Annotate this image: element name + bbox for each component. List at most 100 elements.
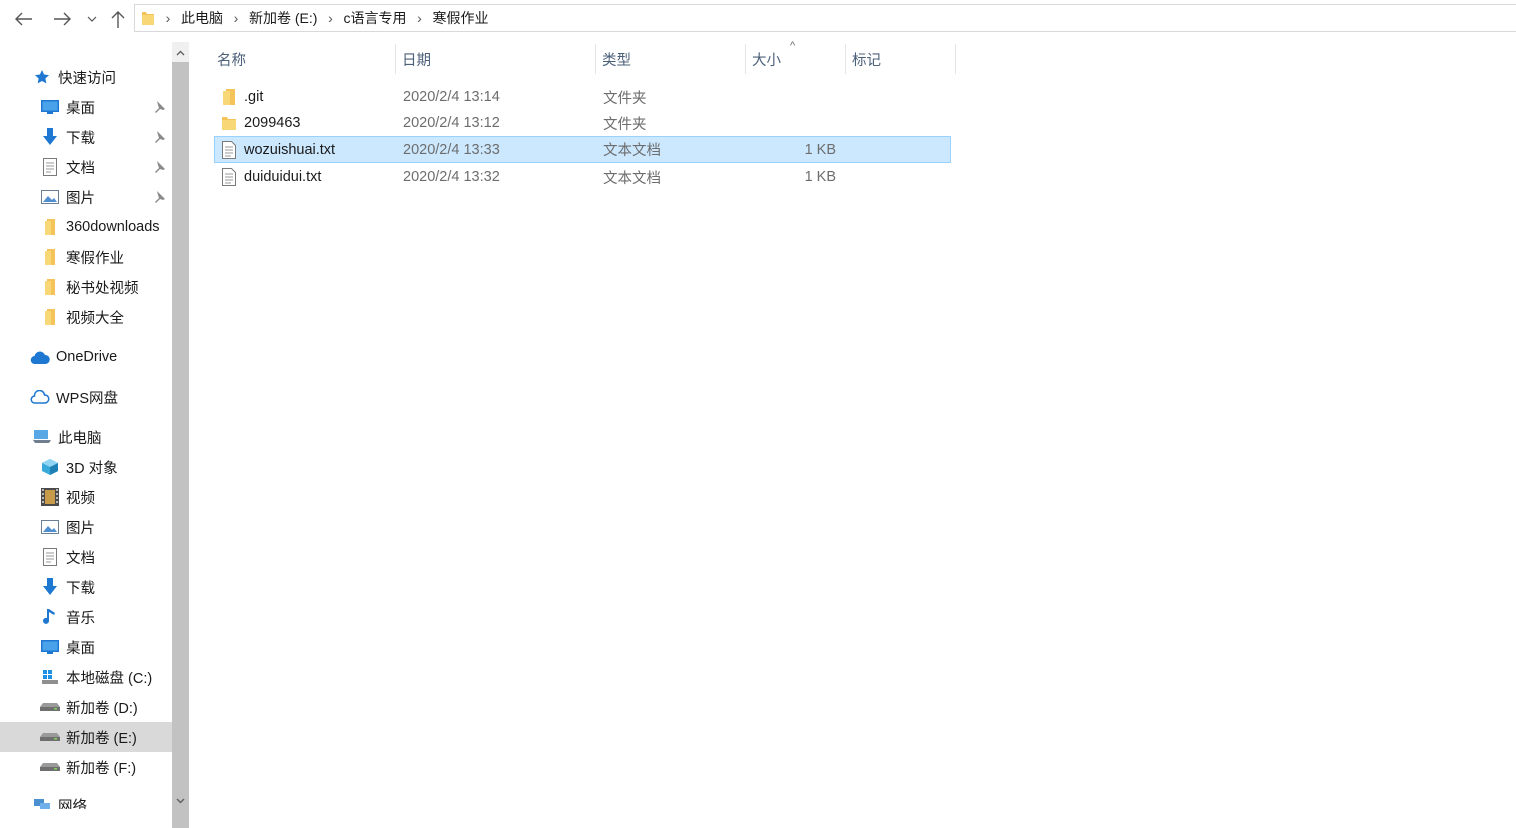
pin-icon[interactable] bbox=[152, 100, 166, 114]
column-header-tags[interactable]: 标记 bbox=[846, 44, 955, 74]
back-button[interactable] bbox=[12, 6, 36, 32]
file-type: 文件夹 bbox=[603, 90, 647, 107]
sidebar-item-desktop-pc[interactable]: 桌面 bbox=[0, 632, 172, 662]
file-name: 2099463 bbox=[244, 115, 301, 131]
address-bar[interactable]: › 此电脑 › 新加卷 (E:) › c语言专用 › 寒假作业 bbox=[134, 4, 1516, 32]
pin-icon[interactable] bbox=[152, 160, 166, 174]
chevron-right-icon[interactable]: › bbox=[223, 10, 249, 26]
cloud-icon bbox=[30, 347, 50, 367]
navigation-pane: 快速访问 桌面 下载 文档 图片 360downloads 寒假作业 秘书处视频… bbox=[0, 42, 172, 809]
file-type: 文件夹 bbox=[603, 116, 647, 133]
sidebar-item-360downloads[interactable]: 360downloads bbox=[0, 212, 172, 242]
scrollbar-thumb[interactable] bbox=[172, 62, 189, 828]
file-row[interactable]: wozuishuai.txt 2020/2/4 13:33 文本文档 1 KB bbox=[214, 136, 951, 163]
file-date: 2020/2/4 13:32 bbox=[403, 169, 500, 185]
forward-button[interactable] bbox=[50, 6, 74, 32]
sidebar-item-onedrive[interactable]: OneDrive bbox=[0, 342, 172, 372]
folder-icon bbox=[40, 307, 60, 327]
file-date: 2020/2/4 13:12 bbox=[403, 115, 500, 131]
sidebar-item-this-pc[interactable]: 此电脑 bbox=[0, 422, 172, 452]
sidebar-item-drive-e[interactable]: 新加卷 (E:) bbox=[0, 722, 172, 752]
folder-icon bbox=[40, 217, 60, 237]
breadcrumb-item[interactable]: 寒假作业 bbox=[432, 8, 488, 28]
download-icon bbox=[40, 127, 60, 147]
chevron-right-icon[interactable]: › bbox=[406, 10, 432, 26]
sidebar-item-downloads-pc[interactable]: 下载 bbox=[0, 572, 172, 602]
sidebar-item-pictures-pc[interactable]: 图片 bbox=[0, 512, 172, 542]
sidebar-item-video-collection[interactable]: 视频大全 bbox=[0, 302, 172, 332]
sidebar-item-desktop[interactable]: 桌面 bbox=[0, 92, 172, 122]
arrow-left-icon bbox=[15, 12, 32, 26]
sidebar-scrollbar[interactable] bbox=[172, 42, 189, 828]
sidebar-item-downloads[interactable]: 下载 bbox=[0, 122, 172, 152]
sidebar-item-drive-c[interactable]: 本地磁盘 (C:) bbox=[0, 662, 172, 692]
chevron-down-icon bbox=[87, 16, 97, 22]
column-header-date[interactable]: 日期 bbox=[396, 44, 595, 74]
cube-icon bbox=[40, 457, 60, 477]
document-icon bbox=[40, 157, 60, 177]
sidebar-item-pictures[interactable]: 图片 bbox=[0, 182, 172, 212]
sidebar-item-network[interactable]: 网络 bbox=[0, 790, 172, 809]
column-header-size[interactable]: 大小 ^ bbox=[746, 40, 845, 74]
file-date: 2020/2/4 13:14 bbox=[403, 89, 500, 105]
file-date: 2020/2/4 13:33 bbox=[403, 141, 500, 158]
sidebar-item-quick-access[interactable]: 快速访问 bbox=[0, 62, 172, 92]
file-row[interactable]: duiduidui.txt 2020/2/4 13:32 文本文档 1 KB bbox=[214, 164, 951, 190]
column-divider[interactable] bbox=[955, 44, 956, 74]
star-icon bbox=[32, 67, 52, 87]
download-icon bbox=[40, 577, 60, 597]
arrow-up-icon bbox=[111, 10, 125, 28]
document-icon bbox=[40, 547, 60, 567]
sidebar-item-drive-f[interactable]: 新加卷 (F:) bbox=[0, 752, 172, 782]
breadcrumb-item[interactable]: c语言专用 bbox=[343, 8, 406, 28]
drive-icon bbox=[40, 697, 60, 717]
folder-icon bbox=[220, 87, 238, 107]
sidebar-item-wps-drive[interactable]: WPS网盘 bbox=[0, 382, 172, 412]
chevron-right-icon: › bbox=[165, 10, 171, 26]
cloud-outline-icon bbox=[30, 387, 50, 407]
file-type: 文本文档 bbox=[603, 170, 661, 187]
breadcrumb-item[interactable]: 此电脑 bbox=[181, 8, 223, 28]
music-icon bbox=[40, 607, 60, 627]
computer-icon bbox=[32, 427, 52, 447]
picture-icon bbox=[40, 517, 60, 537]
sidebar-item-documents-pc[interactable]: 文档 bbox=[0, 542, 172, 572]
file-name: wozuishuai.txt bbox=[244, 141, 336, 158]
desktop-icon bbox=[40, 97, 60, 117]
arrow-right-icon bbox=[54, 12, 71, 26]
sidebar-item-videos[interactable]: 视频 bbox=[0, 482, 172, 512]
sidebar-item-winter-homework[interactable]: 寒假作业 bbox=[0, 242, 172, 272]
text-file-icon bbox=[220, 140, 238, 160]
file-row[interactable]: .git 2020/2/4 13:14 文件夹 bbox=[214, 84, 951, 110]
sidebar-item-music[interactable]: 音乐 bbox=[0, 602, 172, 632]
file-size bbox=[746, 84, 836, 110]
scroll-up-arrow-icon[interactable] bbox=[172, 44, 189, 61]
scroll-down-arrow-icon[interactable] bbox=[172, 792, 189, 809]
picture-icon bbox=[40, 187, 60, 207]
breadcrumb-item[interactable]: 新加卷 (E:) bbox=[249, 8, 317, 28]
pin-icon[interactable] bbox=[152, 130, 166, 144]
up-button[interactable] bbox=[108, 6, 128, 32]
file-row[interactable]: 2099463 2020/2/4 13:12 文件夹 bbox=[214, 110, 951, 136]
file-size bbox=[746, 110, 836, 136]
desktop-icon bbox=[40, 637, 60, 657]
network-icon bbox=[32, 795, 52, 809]
sidebar-item-secretariat-videos[interactable]: 秘书处视频 bbox=[0, 272, 172, 302]
sidebar-item-drive-d[interactable]: 新加卷 (D:) bbox=[0, 692, 172, 722]
windows-drive-icon bbox=[40, 667, 60, 687]
sidebar-item-documents[interactable]: 文档 bbox=[0, 152, 172, 182]
folder-icon bbox=[40, 247, 60, 267]
column-header-name[interactable]: 名称 bbox=[211, 44, 395, 74]
recent-locations-button[interactable] bbox=[84, 6, 100, 32]
file-size: 1 KB bbox=[804, 169, 836, 185]
folder-icon bbox=[40, 277, 60, 297]
column-header-type[interactable]: 类型 bbox=[596, 44, 745, 74]
pin-icon[interactable] bbox=[152, 190, 166, 204]
chevron-right-icon[interactable]: › bbox=[317, 10, 343, 26]
sidebar-item-3d-objects[interactable]: 3D 对象 bbox=[0, 452, 172, 482]
text-file-icon bbox=[220, 167, 238, 187]
folder-icon bbox=[220, 113, 238, 133]
drive-icon bbox=[40, 727, 60, 747]
file-name: .git bbox=[244, 89, 264, 105]
video-icon bbox=[40, 487, 60, 507]
